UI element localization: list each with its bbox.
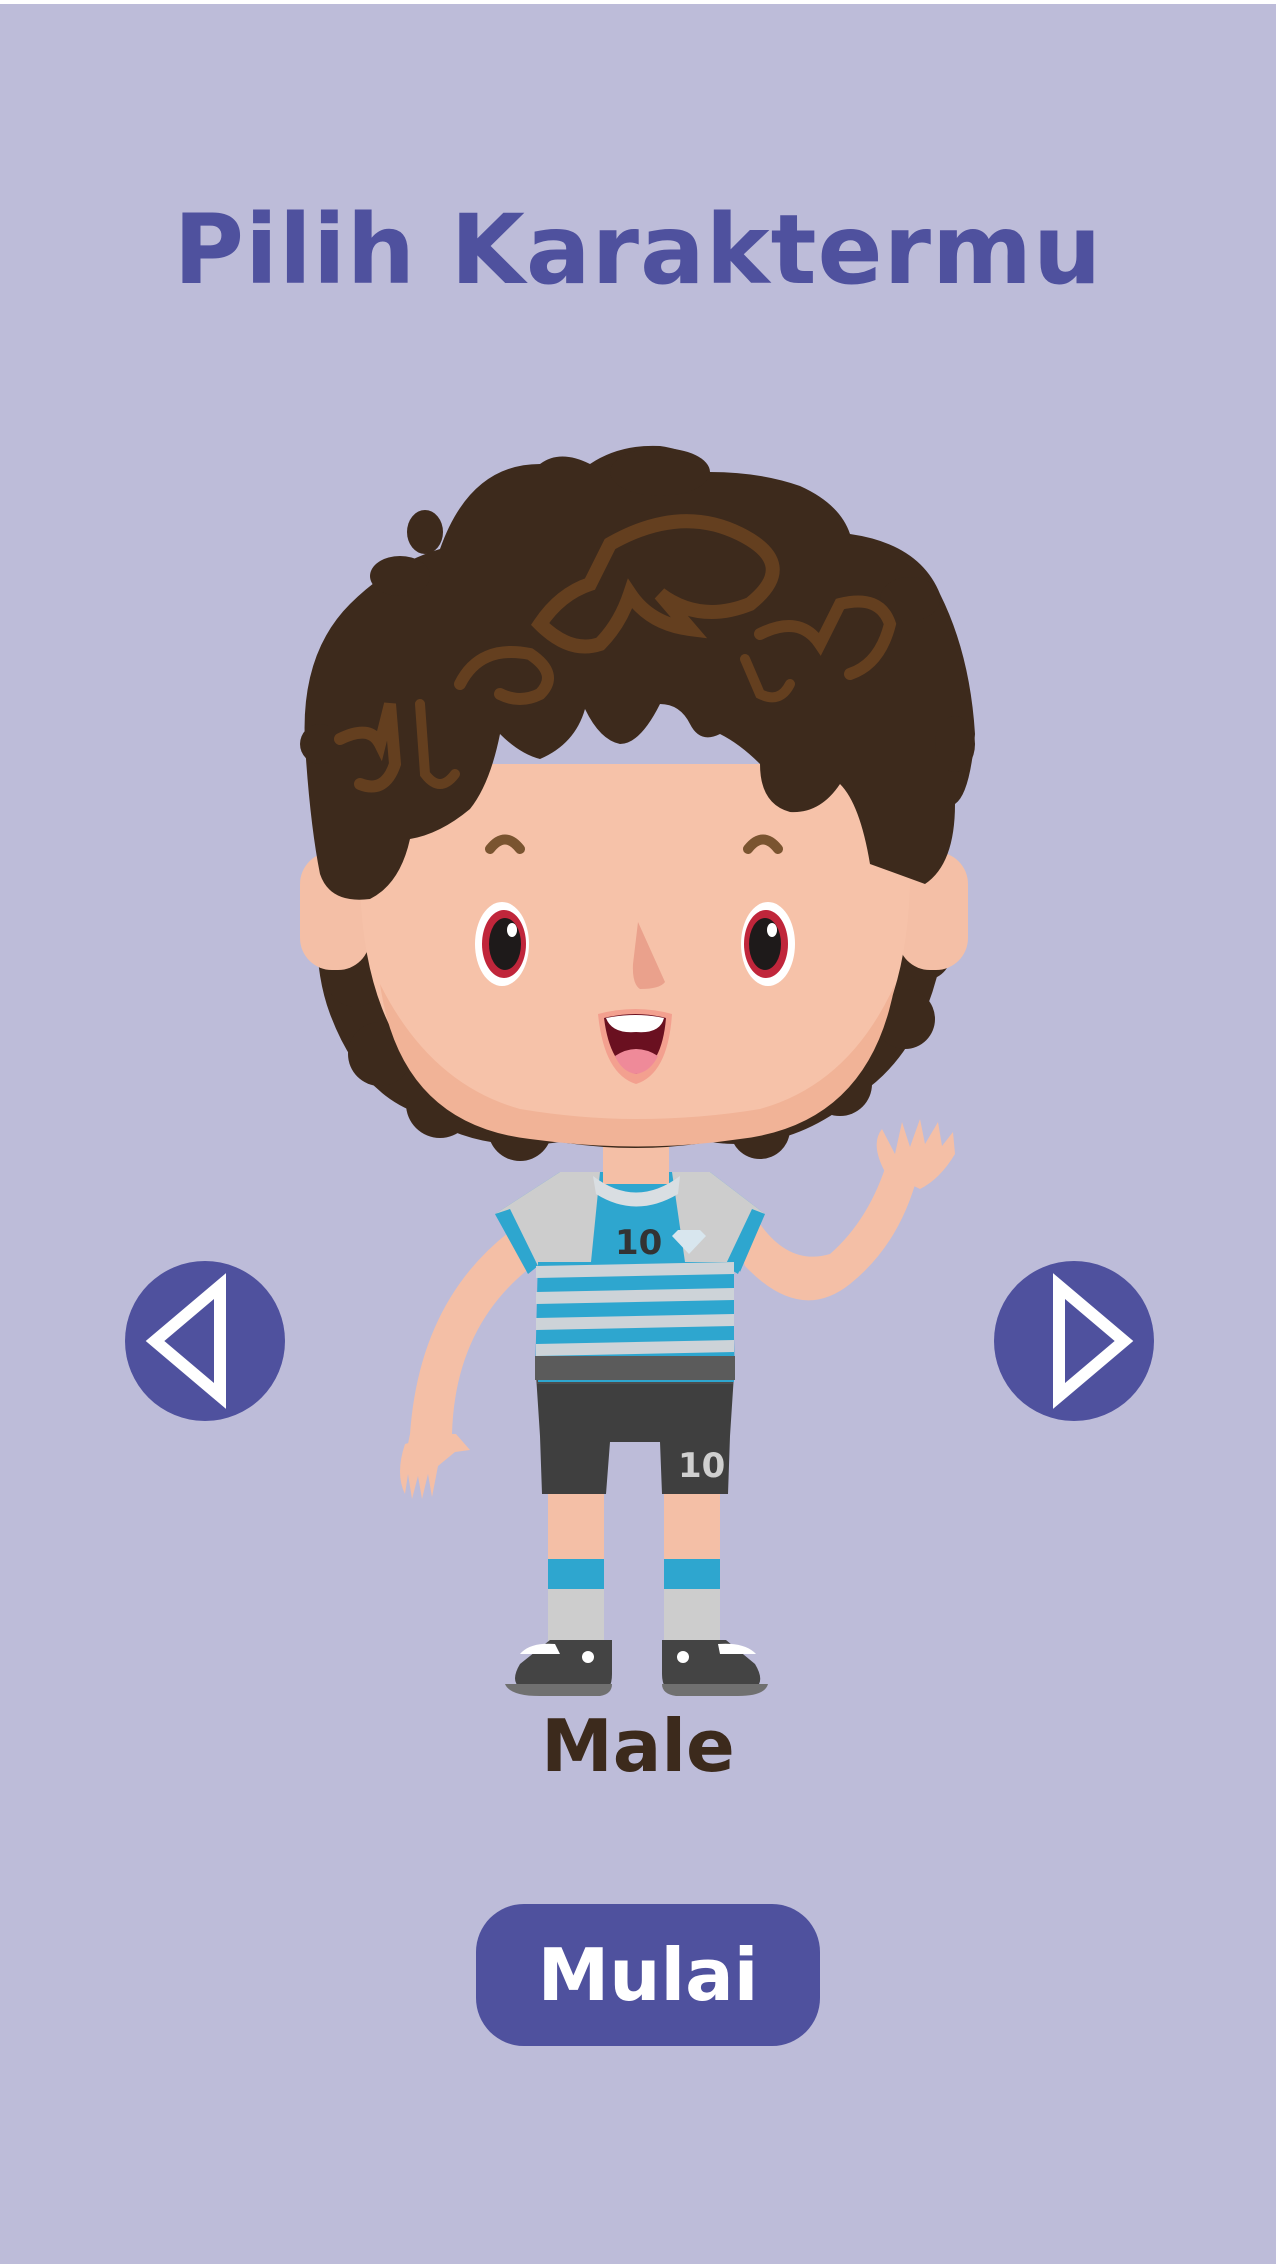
character-name: Male	[541, 1704, 735, 1788]
triangle-left-icon	[145, 1273, 226, 1409]
next-character-button[interactable]	[994, 1261, 1154, 1421]
triangle-right-icon	[1053, 1273, 1134, 1409]
left-arm	[405, 1224, 535, 1459]
left-sock-stripe	[548, 1559, 604, 1589]
svg-text:10: 10	[678, 1446, 725, 1486]
right-sock-stripe	[664, 1559, 720, 1589]
start-button[interactable]: Mulai	[476, 1904, 820, 2046]
character-select-screen: Pilih Karaktermu 10 10 Male Mulai	[0, 4, 1276, 2264]
left-hand	[400, 1434, 470, 1499]
previous-character-button[interactable]	[125, 1261, 285, 1421]
svg-text:10: 10	[615, 1223, 662, 1263]
right-arm	[735, 1159, 918, 1301]
